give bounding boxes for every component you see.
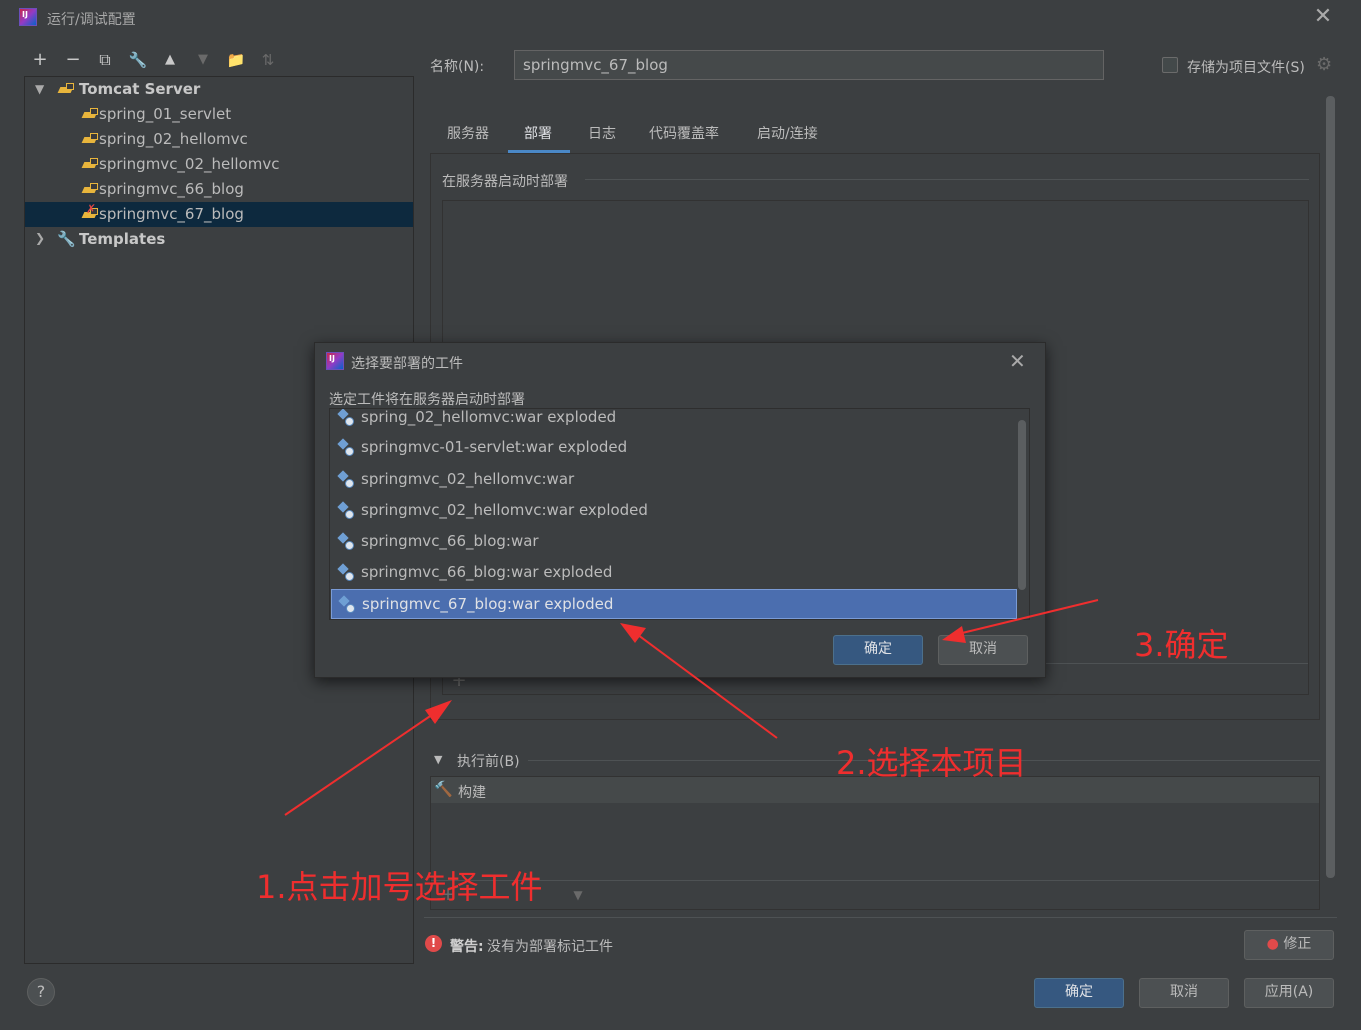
annotation-step-3: 3.确定: [1134, 626, 1229, 664]
annotation-arrows: [284, 599, 1099, 816]
annotation-arrow-2: [633, 631, 778, 739]
annotation-step-2: 2.选择本项目: [836, 744, 1027, 782]
annotation-step-1: 1.点击加号选择工件: [256, 868, 543, 906]
annotation-arrowhead-2: [620, 623, 646, 643]
annotation-arrowhead-3: [942, 626, 966, 643]
annotation-arrowhead-1: [425, 700, 452, 724]
annotation-arrow-1: [284, 707, 443, 816]
annotation-arrow-3: [957, 599, 1099, 635]
